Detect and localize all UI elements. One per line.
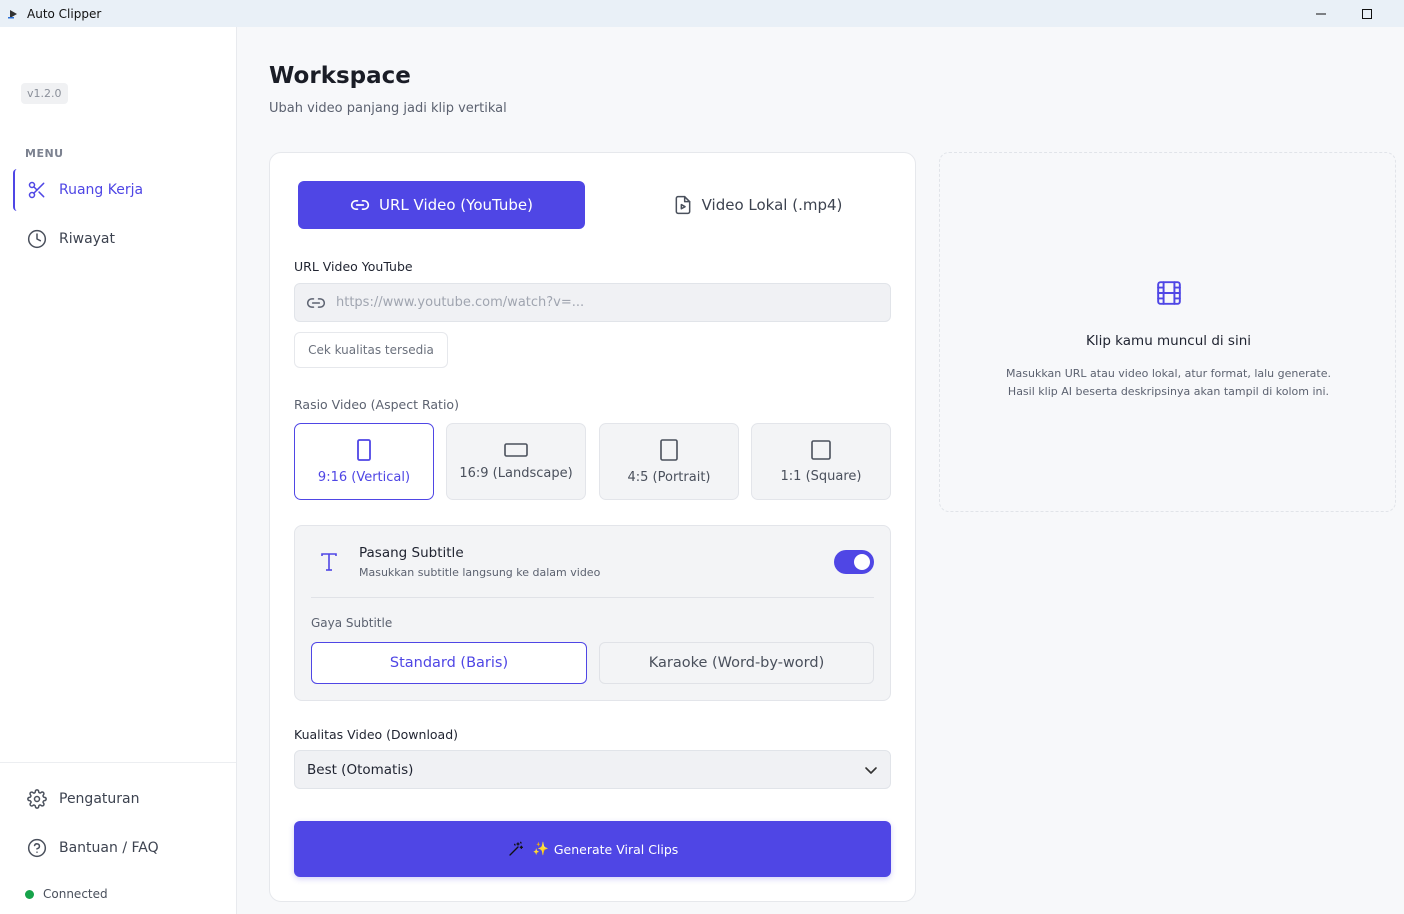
minimize-button[interactable] <box>1298 0 1344 27</box>
vertical-ratio-icon <box>357 438 371 461</box>
quality-label: Kualitas Video (Download) <box>294 727 459 742</box>
preview-description: Masukkan URL atau video lokal, atur form… <box>940 365 1397 401</box>
ratio-label-text: 16:9 (Landscape) <box>459 465 573 481</box>
ratio-option-16-9[interactable]: 16:9 (Landscape) <box>446 423 586 500</box>
gear-icon <box>27 789 47 809</box>
ratio-label-text: 9:16 (Vertical) <box>317 469 411 485</box>
ratio-label: Rasio Video (Aspect Ratio) <box>294 397 459 412</box>
sparkles-icon: ✨ <box>532 841 549 857</box>
subtitle-section: Pasang Subtitle Masukkan subtitle langsu… <box>294 525 891 701</box>
sidebar-item-label: Ruang Kerja <box>59 182 144 198</box>
status-label: Connected <box>43 887 108 901</box>
scissors-icon <box>27 180 47 200</box>
generate-clips-button[interactable]: ✨ Generate Viral Clips <box>294 821 891 877</box>
link-icon <box>306 293 326 313</box>
tab-video-lokal[interactable]: Video Lokal (.mp4) <box>614 181 901 229</box>
page-subtitle: Ubah video panjang jadi klip vertikal <box>269 101 507 116</box>
ratio-label-text: 1:1 (Square) <box>780 468 862 484</box>
chevron-down-icon <box>865 767 877 774</box>
clip-preview-panel: Klip kamu muncul di sini Masukkan URL at… <box>939 152 1396 512</box>
sidebar-divider <box>0 762 236 763</box>
tab-label: Video Lokal (.mp4) <box>701 196 843 214</box>
tab-url-video[interactable]: URL Video (YouTube) <box>298 181 585 229</box>
link-icon <box>350 195 370 215</box>
sidebar-item-label: Riwayat <box>59 231 115 247</box>
quality-select-value: Best (Otomatis) <box>307 761 414 778</box>
portrait-ratio-icon <box>660 438 678 461</box>
app-icon <box>7 8 19 20</box>
sidebar-item-label: Pengaturan <box>59 791 140 807</box>
preview-description-line: Masukkan URL atau video lokal, atur form… <box>1006 367 1331 380</box>
sidebar-item-pengaturan[interactable]: Pengaturan <box>13 778 223 820</box>
subtitle-toggle-description: Masukkan subtitle langsung ke dalam vide… <box>359 566 601 579</box>
subtitle-toggle[interactable] <box>834 550 874 574</box>
maximize-button[interactable] <box>1344 0 1390 27</box>
subtitle-divider <box>311 597 874 598</box>
preview-description-line: Hasil klip AI beserta deskripsinya akan … <box>1007 385 1330 398</box>
connection-status: Connected <box>25 887 108 901</box>
quality-select[interactable]: Best (Otomatis) <box>294 750 891 789</box>
title-bar: Auto Clipper <box>0 0 1404 27</box>
sidebar-item-riwayat[interactable]: Riwayat <box>13 218 223 260</box>
generate-button-label: Generate Viral Clips <box>553 841 679 857</box>
square-ratio-icon <box>811 439 831 460</box>
page-title: Workspace <box>269 63 411 89</box>
text-type-icon <box>319 550 339 574</box>
subtitle-style-standard-button[interactable]: Standard (Baris) <box>311 642 587 684</box>
workspace-card: URL Video (YouTube) Video Lokal (.mp4) U… <box>269 152 916 902</box>
url-field[interactable] <box>294 283 891 322</box>
sidebar-item-bantuan[interactable]: Bantuan / FAQ <box>13 827 223 869</box>
url-input[interactable] <box>336 295 856 310</box>
ratio-option-4-5[interactable]: 4:5 (Portrait) <box>599 423 739 500</box>
help-circle-icon <box>27 838 47 858</box>
url-label: URL Video YouTube <box>294 259 413 274</box>
ratio-label-text: 4:5 (Portrait) <box>627 469 711 485</box>
sidebar-item-label: Bantuan / FAQ <box>59 840 159 856</box>
subtitle-toggle-title: Pasang Subtitle <box>359 545 464 561</box>
menu-heading: MENU <box>25 147 64 160</box>
window-title: Auto Clipper <box>27 6 102 21</box>
clock-icon <box>27 229 47 249</box>
tab-label: URL Video (YouTube) <box>378 196 534 214</box>
video-file-icon <box>673 195 693 215</box>
toggle-knob <box>854 554 870 570</box>
status-dot <box>25 889 34 899</box>
film-icon <box>1157 281 1181 305</box>
check-quality-button[interactable]: Cek kualitas tersedia <box>294 332 448 368</box>
version-badge: v1.2.0 <box>21 83 68 104</box>
ratio-option-1-1[interactable]: 1:1 (Square) <box>751 423 891 500</box>
preview-title: Klip kamu muncul di sini <box>1085 333 1252 349</box>
sidebar: v1.2.0 MENU Ruang Kerja Riwayat Pengatur… <box>0 27 237 914</box>
sidebar-item-ruang-kerja[interactable]: Ruang Kerja <box>13 169 223 211</box>
subtitle-style-karaoke-button[interactable]: Karaoke (Word-by-word) <box>599 642 874 684</box>
landscape-ratio-icon <box>504 442 528 457</box>
subtitle-style-label: Gaya Subtitle <box>311 616 393 630</box>
magic-wand-icon <box>507 840 525 858</box>
ratio-option-9-16[interactable]: 9:16 (Vertical) <box>294 423 434 500</box>
